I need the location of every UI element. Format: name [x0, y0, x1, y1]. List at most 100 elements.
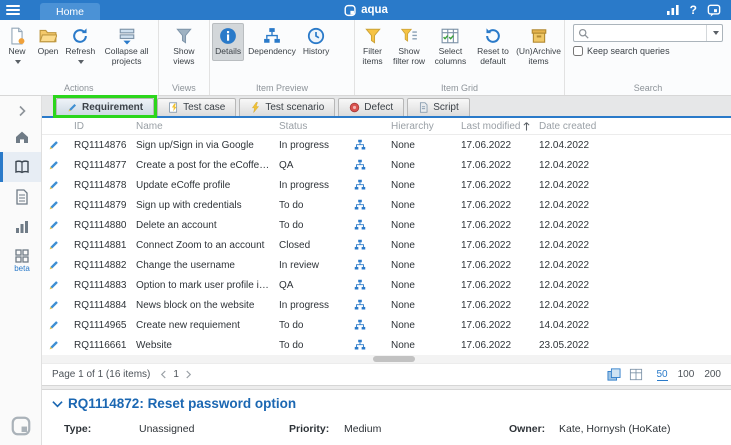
current-page[interactable]: 1 — [173, 369, 179, 380]
tab-test-scenario[interactable]: Test scenario — [239, 98, 335, 116]
cell-link[interactable] — [337, 219, 383, 231]
tab-test-case[interactable]: Test case — [157, 98, 236, 116]
table-row[interactable]: RQ1114883 Option to mark user profile in… — [42, 275, 731, 295]
menu-icon[interactable] — [0, 0, 26, 20]
details-button[interactable]: Details — [212, 23, 244, 61]
page-prev-icon[interactable] — [160, 370, 167, 379]
collapse-chevron-icon — [52, 400, 63, 408]
search-input[interactable] — [589, 28, 706, 39]
table-row[interactable]: RQ1116661 Website To do None 17.06.2022 … — [42, 335, 731, 355]
header-last-modified[interactable]: Last modified — [453, 121, 531, 132]
table-row[interactable]: RQ1114878 Update eCoffe profile In progr… — [42, 175, 731, 195]
grid-view-icon[interactable] — [629, 368, 643, 381]
header-status[interactable]: Status — [271, 121, 337, 132]
page-next-icon[interactable] — [185, 370, 192, 379]
page-size-200[interactable]: 200 — [704, 369, 721, 381]
ribbon-group-item-preview: Details Dependency History Item Preview — [210, 20, 355, 95]
hierarchy-sitemap-icon — [354, 319, 366, 331]
search-dropdown-toggle[interactable] — [706, 25, 722, 41]
new-button[interactable]: New — [2, 23, 32, 71]
hierarchy-sitemap-icon — [354, 159, 366, 171]
cell-last-modified: 17.06.2022 — [453, 300, 531, 311]
show-views-button[interactable]: Show views — [161, 23, 208, 71]
sidebar-item-documents[interactable] — [0, 182, 41, 212]
cell-link[interactable] — [337, 299, 383, 311]
help-icon[interactable]: ? — [690, 3, 697, 17]
table-row[interactable]: RQ1114965 Create new requiement To do No… — [42, 315, 731, 335]
feedback-chat-icon[interactable] — [707, 4, 721, 17]
cell-link[interactable] — [337, 319, 383, 331]
left-sidebar: beta — [0, 96, 42, 445]
header-id[interactable]: ID — [66, 121, 128, 132]
tab-home[interactable]: Home — [40, 3, 100, 20]
select-columns-button[interactable]: Select columns — [430, 23, 471, 71]
collapse-all-projects-button[interactable]: Collapse all projects — [98, 23, 156, 71]
dependency-button[interactable]: Dependency — [245, 23, 299, 61]
page-size-50[interactable]: 50 — [657, 369, 668, 381]
collapse-label: Collapse all projects — [101, 47, 153, 67]
tab-requirement-label: Requirement — [82, 102, 143, 113]
header-date-created[interactable]: Date created — [531, 121, 731, 132]
cell-hierarchy: None — [383, 160, 453, 171]
table-row[interactable]: RQ1114876 Sign up/Sign in via Google In … — [42, 135, 731, 155]
header-name[interactable]: Name — [128, 121, 271, 132]
sidebar-item-home[interactable] — [0, 122, 41, 152]
sidebar-item-boards-beta[interactable]: beta — [0, 242, 41, 278]
cell-link[interactable] — [337, 239, 383, 251]
table-row[interactable]: RQ1114877 Create a post for the eCoffee … — [42, 155, 731, 175]
sidebar-item-projects[interactable] — [0, 152, 41, 182]
reset-to-default-label: Reset to default — [475, 47, 511, 67]
cell-link[interactable] — [337, 159, 383, 171]
cell-hierarchy: None — [383, 220, 453, 231]
cell-link[interactable] — [337, 279, 383, 291]
tab-requirement[interactable]: Requirement — [56, 98, 154, 116]
cell-link[interactable] — [337, 139, 383, 151]
page-size-100[interactable]: 100 — [678, 369, 695, 381]
ribbon-toolbar: New Open Refresh Collapse all projects A… — [0, 20, 731, 96]
connection-status-icon[interactable] — [666, 4, 680, 16]
open-button[interactable]: Open — [33, 23, 63, 61]
sidebar-expand-toggle[interactable] — [0, 100, 41, 122]
cell-link[interactable] — [337, 259, 383, 271]
requirement-pencil-icon — [48, 319, 60, 331]
table-row[interactable]: RQ1114884 News block on the website In p… — [42, 295, 731, 315]
cell-id: RQ1114879 — [66, 200, 128, 211]
cell-date-created: 12.04.2022 — [531, 160, 731, 171]
cell-link[interactable] — [337, 339, 383, 351]
table-row[interactable]: RQ1114880 Delete an account To do None 1… — [42, 215, 731, 235]
table-row[interactable]: RQ1114882 Change the username In review … — [42, 255, 731, 275]
views-funnel-icon — [175, 27, 193, 45]
details-title[interactable]: RQ1114872: Reset password option — [52, 396, 721, 411]
cell-hierarchy: None — [383, 300, 453, 311]
defect-icon — [349, 102, 360, 113]
unarchive-items-button[interactable]: (Un)Archive items — [515, 23, 562, 71]
reset-to-default-button[interactable]: Reset to default — [472, 23, 514, 71]
header-hierarchy[interactable]: Hierarchy — [383, 121, 453, 132]
table-body: RQ1114876 Sign up/Sign in via Google In … — [42, 135, 731, 355]
tab-defect-label: Defect — [364, 102, 393, 113]
search-combobox[interactable] — [573, 24, 723, 42]
cell-last-modified: 17.06.2022 — [453, 280, 531, 291]
grid-board-icon — [14, 248, 30, 264]
tab-script[interactable]: Script — [407, 98, 470, 116]
sidebar-aqua-logo — [0, 415, 41, 437]
cell-link[interactable] — [337, 199, 383, 211]
cell-link[interactable] — [337, 179, 383, 191]
cell-date-created: 23.05.2022 — [531, 340, 731, 351]
row-edit-icon-cell — [42, 279, 66, 291]
cards-view-icon[interactable] — [607, 368, 621, 381]
sidebar-item-reports[interactable] — [0, 212, 41, 242]
cell-status: QA — [271, 160, 337, 171]
group-label-actions: Actions — [2, 82, 156, 94]
table-row[interactable]: RQ1114879 Sign up with credentials To do… — [42, 195, 731, 215]
hierarchy-sitemap-icon — [354, 279, 366, 291]
keep-search-checkbox[interactable] — [573, 46, 583, 56]
filter-items-button[interactable]: Filter items — [357, 23, 388, 71]
show-filter-row-button[interactable]: Show filter row — [389, 23, 429, 71]
refresh-button[interactable]: Refresh — [64, 23, 97, 71]
field-type: Type: Unassigned — [64, 423, 289, 435]
table-row[interactable]: RQ1114881 Connect Zoom to an account Clo… — [42, 235, 731, 255]
history-button[interactable]: History — [300, 23, 332, 61]
tab-defect[interactable]: Defect — [338, 98, 404, 116]
horizontal-scrollbar-thumb[interactable] — [373, 356, 415, 362]
